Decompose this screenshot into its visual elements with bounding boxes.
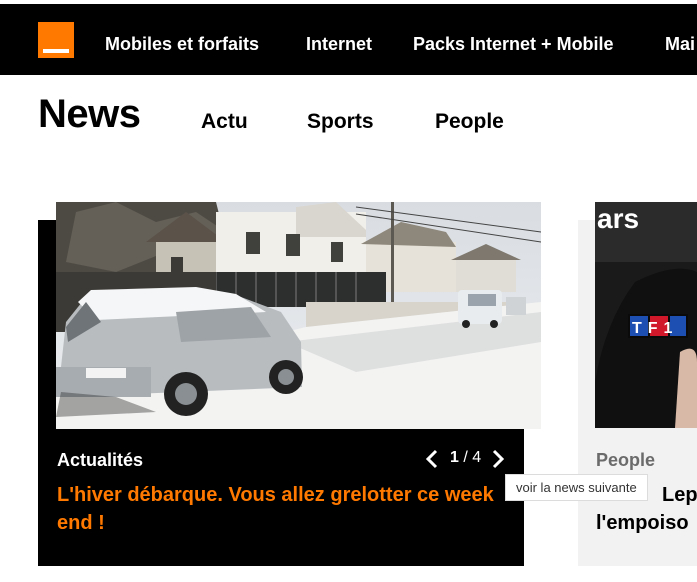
chevron-left-icon[interactable]	[424, 449, 440, 469]
nav-packs-internet-mobile[interactable]: Packs Internet + Mobile	[413, 34, 614, 55]
tab-sports[interactable]: Sports	[307, 110, 374, 134]
card-category-label: Actualités	[57, 450, 144, 470]
card2-headline-line2: l'empoiso	[596, 512, 689, 534]
sign-text: ars	[597, 203, 639, 234]
top-navigation-bar: Mobiles et forfaits Internet Packs Inter…	[0, 0, 697, 75]
nav-internet[interactable]: Internet	[306, 34, 372, 55]
nav-mobiles-et-forfaits[interactable]: Mobiles et forfaits	[105, 34, 259, 55]
logo-bar	[43, 49, 69, 53]
card2-headline-line1: Lep	[662, 484, 697, 506]
news-photo-tf1[interactable]: ars TF1	[595, 202, 697, 428]
tab-actu[interactable]: Actu	[201, 110, 248, 134]
logo-text: TF1	[632, 320, 678, 337]
pager-current: 1	[450, 449, 459, 466]
chevron-right-icon[interactable]	[490, 449, 506, 469]
pager-count: 1 / 4	[450, 449, 481, 467]
tab-people[interactable]: People	[435, 110, 504, 134]
news-photo-snowy-street[interactable]	[56, 202, 541, 429]
card-headline-link[interactable]: L'hiver débarque. Vous allez grelotter c…	[57, 481, 497, 537]
card2-category-label: People	[596, 450, 656, 470]
top-strip	[0, 0, 697, 4]
pager-total: 4	[472, 449, 482, 466]
nav-maison[interactable]: Mai	[665, 34, 695, 55]
orange-logo[interactable]	[38, 22, 74, 58]
next-news-tooltip: voir la news suivante	[505, 474, 648, 501]
pager-separator: /	[463, 449, 468, 466]
page-title: News	[38, 92, 141, 136]
